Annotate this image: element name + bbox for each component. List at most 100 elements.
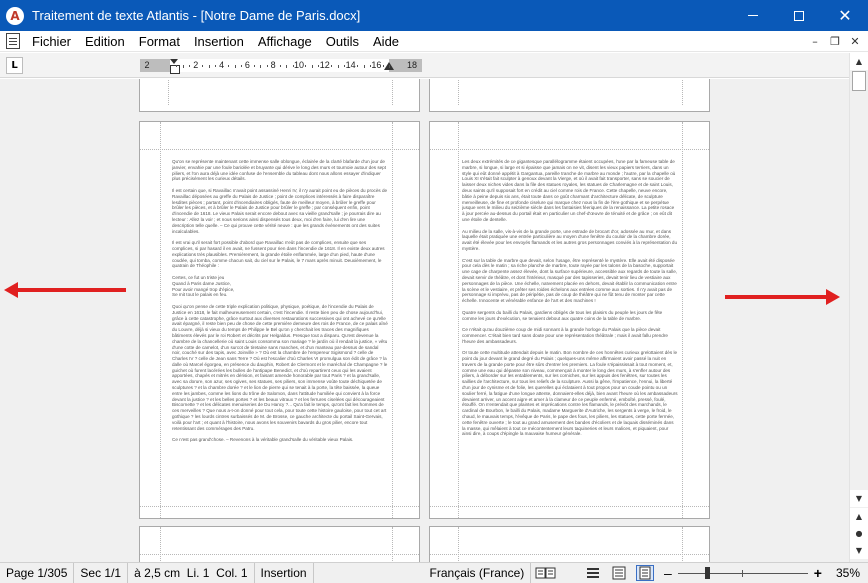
margin-guide [682,79,683,105]
page-next-right [429,526,710,562]
page-2[interactable]: Les deux extrémités de ce gigantesque pa… [429,121,710,519]
margin-guide [392,122,393,518]
ruler-tick [182,65,184,68]
ruler-half-tick [253,65,255,67]
minimize-icon [748,15,758,16]
ruler-number: 16 [371,60,382,70]
zoom-center-mark [741,569,743,577]
scroll-down-button[interactable]: ▼ [850,490,868,507]
vertical-scrollbar[interactable]: ▲ ▼ ▲ ● ▼ [849,53,868,562]
scroll-thumb[interactable] [852,71,866,91]
zoom-slider[interactable] [677,566,808,579]
ruler-tick [286,65,288,68]
ruler-half-tick [305,65,307,67]
margin-guide [458,527,459,562]
ruler-half-tick [189,65,191,67]
ruler-half-tick [215,65,217,67]
previous-page-icon: ▲ [855,512,863,521]
ruler-tick [311,65,313,68]
close-button[interactable]: ✕ [822,0,868,31]
margin-guide [140,506,419,507]
page-layout-icon [639,566,651,580]
status-position[interactable]: à 2,5 cm Li. 1 Col. 1 [128,562,255,583]
status-spacer [314,563,424,583]
menu-format[interactable]: Format [132,31,187,52]
maximize-button[interactable] [776,0,822,31]
margin-guide [392,527,393,562]
tab-stop-selector[interactable]: L [6,57,23,74]
margin-guide [160,122,161,518]
ruler-number: 6 [244,60,250,70]
web-view-icon [612,566,626,580]
ruler-number: 8 [270,60,276,70]
ruler-half-tick [228,65,230,67]
ruler-tick [389,65,391,68]
ruler-tick [234,65,236,68]
ruler-half-tick [369,65,371,67]
close-icon: ✕ [838,5,852,25]
horizontal-ruler[interactable]: 2 18 2 4 6 8 10 12 14 16 [140,59,422,74]
menu-bar: Fichier Edition Format Insertion Afficha… [0,31,868,52]
menu-edition[interactable]: Edition [78,31,132,52]
window-title: Traitement de texte Atlantis - [Notre Da… [32,8,361,23]
document-area[interactable]: Qu'on se représente maintenant cette imm… [0,79,849,562]
status-insert-mode[interactable]: Insertion [255,562,314,583]
margin-guide [682,527,683,562]
app-logo-icon[interactable]: A [6,6,24,25]
document-window-controls: – ❐ ✕ [806,31,864,52]
doc-restore-icon[interactable]: ❐ [826,34,844,50]
status-language[interactable]: Français (France) [424,562,532,583]
status-line: Li. 1 [186,565,210,580]
ruler-half-tick [318,65,320,67]
view-page-layout-button[interactable] [635,565,654,581]
menu-insertion[interactable]: Insertion [187,31,251,52]
ruler-half-tick [266,65,268,67]
previous-page-button[interactable]: ▲ [850,508,868,525]
menu-aide[interactable]: Aide [366,31,406,52]
ruler-number: 14 [345,60,356,70]
browse-object-button[interactable]: ● [850,525,868,542]
next-page-button[interactable]: ▼ [850,542,868,559]
ruler-half-tick [279,65,281,67]
scroll-left-arrow-icon [16,288,126,292]
view-web-button[interactable] [610,565,628,581]
next-page-icon: ▼ [855,546,863,555]
ruler-tick [363,65,365,68]
menu-fichier[interactable]: Fichier [25,31,78,52]
status-bar: Page 1/305 Sec 1/1 à 2,5 cm Li. 1 Col. 1… [0,562,868,583]
ruler-half-tick [344,65,346,67]
menu-outils[interactable]: Outils [319,31,366,52]
zoom-in-button[interactable]: + [814,565,822,581]
ruler-half-tick [331,65,333,67]
menu-affichage[interactable]: Affichage [251,31,319,52]
margin-guide [392,79,393,105]
margin-guide [160,527,161,562]
ruler-tick [208,65,210,68]
zoom-out-button[interactable]: – [664,565,672,581]
book-icon [535,567,556,579]
doc-minimize-icon[interactable]: – [806,34,824,50]
margin-guide [430,506,709,507]
doc-close-icon[interactable]: ✕ [846,34,864,50]
zoom-level[interactable]: 35% [836,566,860,580]
spellcheck-status[interactable] [531,563,561,583]
status-column: Col. 1 [216,565,248,580]
zoom-slider-thumb[interactable] [704,566,710,579]
scroll-up-button[interactable]: ▲ [850,53,868,70]
minimize-button[interactable] [730,0,776,31]
margin-guide [458,79,459,105]
ruler-number: 10 [293,60,305,70]
scroll-right-arrow-icon [725,289,840,305]
title-bar: A Traitement de texte Atlantis - [Notre … [0,0,868,31]
document-icon[interactable] [6,33,20,49]
margin-guide [682,122,683,518]
page-1[interactable]: Qu'on se représente maintenant cette imm… [139,121,420,519]
ruler-half-tick [292,65,294,67]
draft-view-icon [586,568,599,578]
status-page[interactable]: Page 1/305 [0,562,75,583]
margin-guide [140,149,419,150]
ruler-half-tick [176,65,178,67]
status-section[interactable]: Sec 1/1 [74,562,129,583]
ruler-number: 12 [319,60,330,70]
view-draft-button[interactable] [584,565,602,581]
